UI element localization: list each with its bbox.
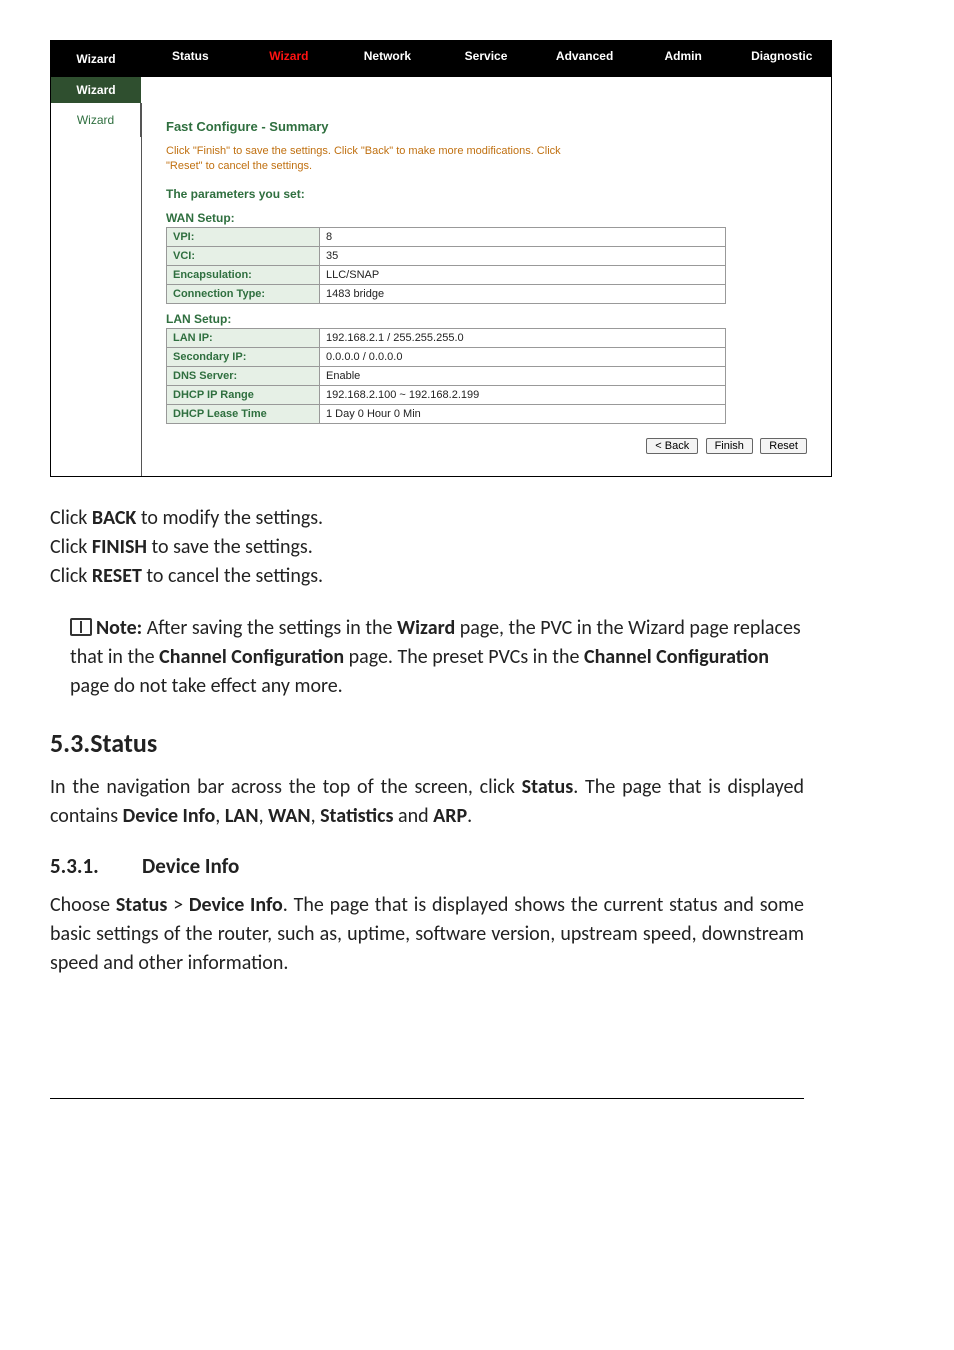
nav-diagnostic[interactable]: Diagnostic	[732, 41, 831, 77]
side-item-wizard[interactable]: Wizard	[51, 103, 141, 137]
wan-vci-label: VCI:	[167, 246, 320, 265]
back-button[interactable]: < Back	[646, 438, 698, 454]
status-para: In the navigation bar across the top of …	[50, 773, 804, 831]
wan-table: VPI:8 VCI:35 Encapsulation:LLC/SNAP Conn…	[166, 227, 726, 304]
summary-title: Fast Configure - Summary	[166, 119, 813, 134]
lan-ip-value: 192.168.2.1 / 255.255.255.0	[320, 328, 726, 347]
nav-advanced[interactable]: Advanced	[535, 41, 634, 77]
lan-dhcp-range-value: 192.168.2.100 ~ 192.168.2.199	[320, 385, 726, 404]
lan-dhcp-range-label: DHCP IP Range	[167, 385, 320, 404]
note-block: Note: After saving the settings in the W…	[70, 614, 804, 701]
wan-vci-value: 35	[320, 246, 726, 265]
lan-secondary-label: Secondary IP:	[167, 347, 320, 366]
device-info-para: Choose Status > Device Info. The page th…	[50, 891, 804, 978]
wan-conn-value: 1483 bridge	[320, 284, 726, 303]
nav-service[interactable]: Service	[437, 41, 536, 77]
lan-dhcp-lease-label: DHCP Lease Time	[167, 404, 320, 423]
wan-encap-value: LLC/SNAP	[320, 265, 726, 284]
nav-admin[interactable]: Admin	[634, 41, 733, 77]
click-instructions: Click BACK to modify the settings. Click…	[50, 505, 804, 590]
nav-wizard[interactable]: Wizard	[240, 41, 339, 77]
lan-head: LAN Setup:	[166, 312, 813, 328]
book-icon	[70, 618, 92, 636]
lan-dns-value: Enable	[320, 366, 726, 385]
lan-secondary-value: 0.0.0.0 / 0.0.0.0	[320, 347, 726, 366]
lan-ip-label: LAN IP:	[167, 328, 320, 347]
wan-head: WAN Setup:	[166, 211, 813, 227]
finish-button[interactable]: Finish	[706, 438, 753, 454]
params-head: The parameters you set:	[166, 187, 813, 203]
lan-dhcp-lease-value: 1 Day 0 Hour 0 Min	[320, 404, 726, 423]
nav-status[interactable]: Status	[141, 41, 240, 77]
lan-dns-label: DNS Server:	[167, 366, 320, 385]
lan-table: LAN IP:192.168.2.1 / 255.255.255.0 Secon…	[166, 328, 726, 424]
side-panel-head: Wizard	[51, 41, 141, 77]
wizard-summary-screenshot: Wizard Status Wizard Network Service Adv…	[50, 40, 832, 477]
subsection-heading: 5.3.1.Device Info	[50, 853, 804, 879]
wan-vpi-value: 8	[320, 227, 726, 246]
nav-network[interactable]: Network	[338, 41, 437, 77]
wan-conn-label: Connection Type:	[167, 284, 320, 303]
side-subnav[interactable]: Wizard	[51, 77, 141, 103]
section-heading: 5.3.Status	[50, 727, 804, 759]
wan-encap-label: Encapsulation:	[167, 265, 320, 284]
wan-vpi-label: VPI:	[167, 227, 320, 246]
reset-button[interactable]: Reset	[760, 438, 807, 454]
summary-info: Click "Finish" to save the settings. Cli…	[166, 144, 586, 175]
top-nav: Status Wizard Network Service Advanced A…	[141, 41, 831, 77]
footer-rule	[50, 1098, 804, 1099]
